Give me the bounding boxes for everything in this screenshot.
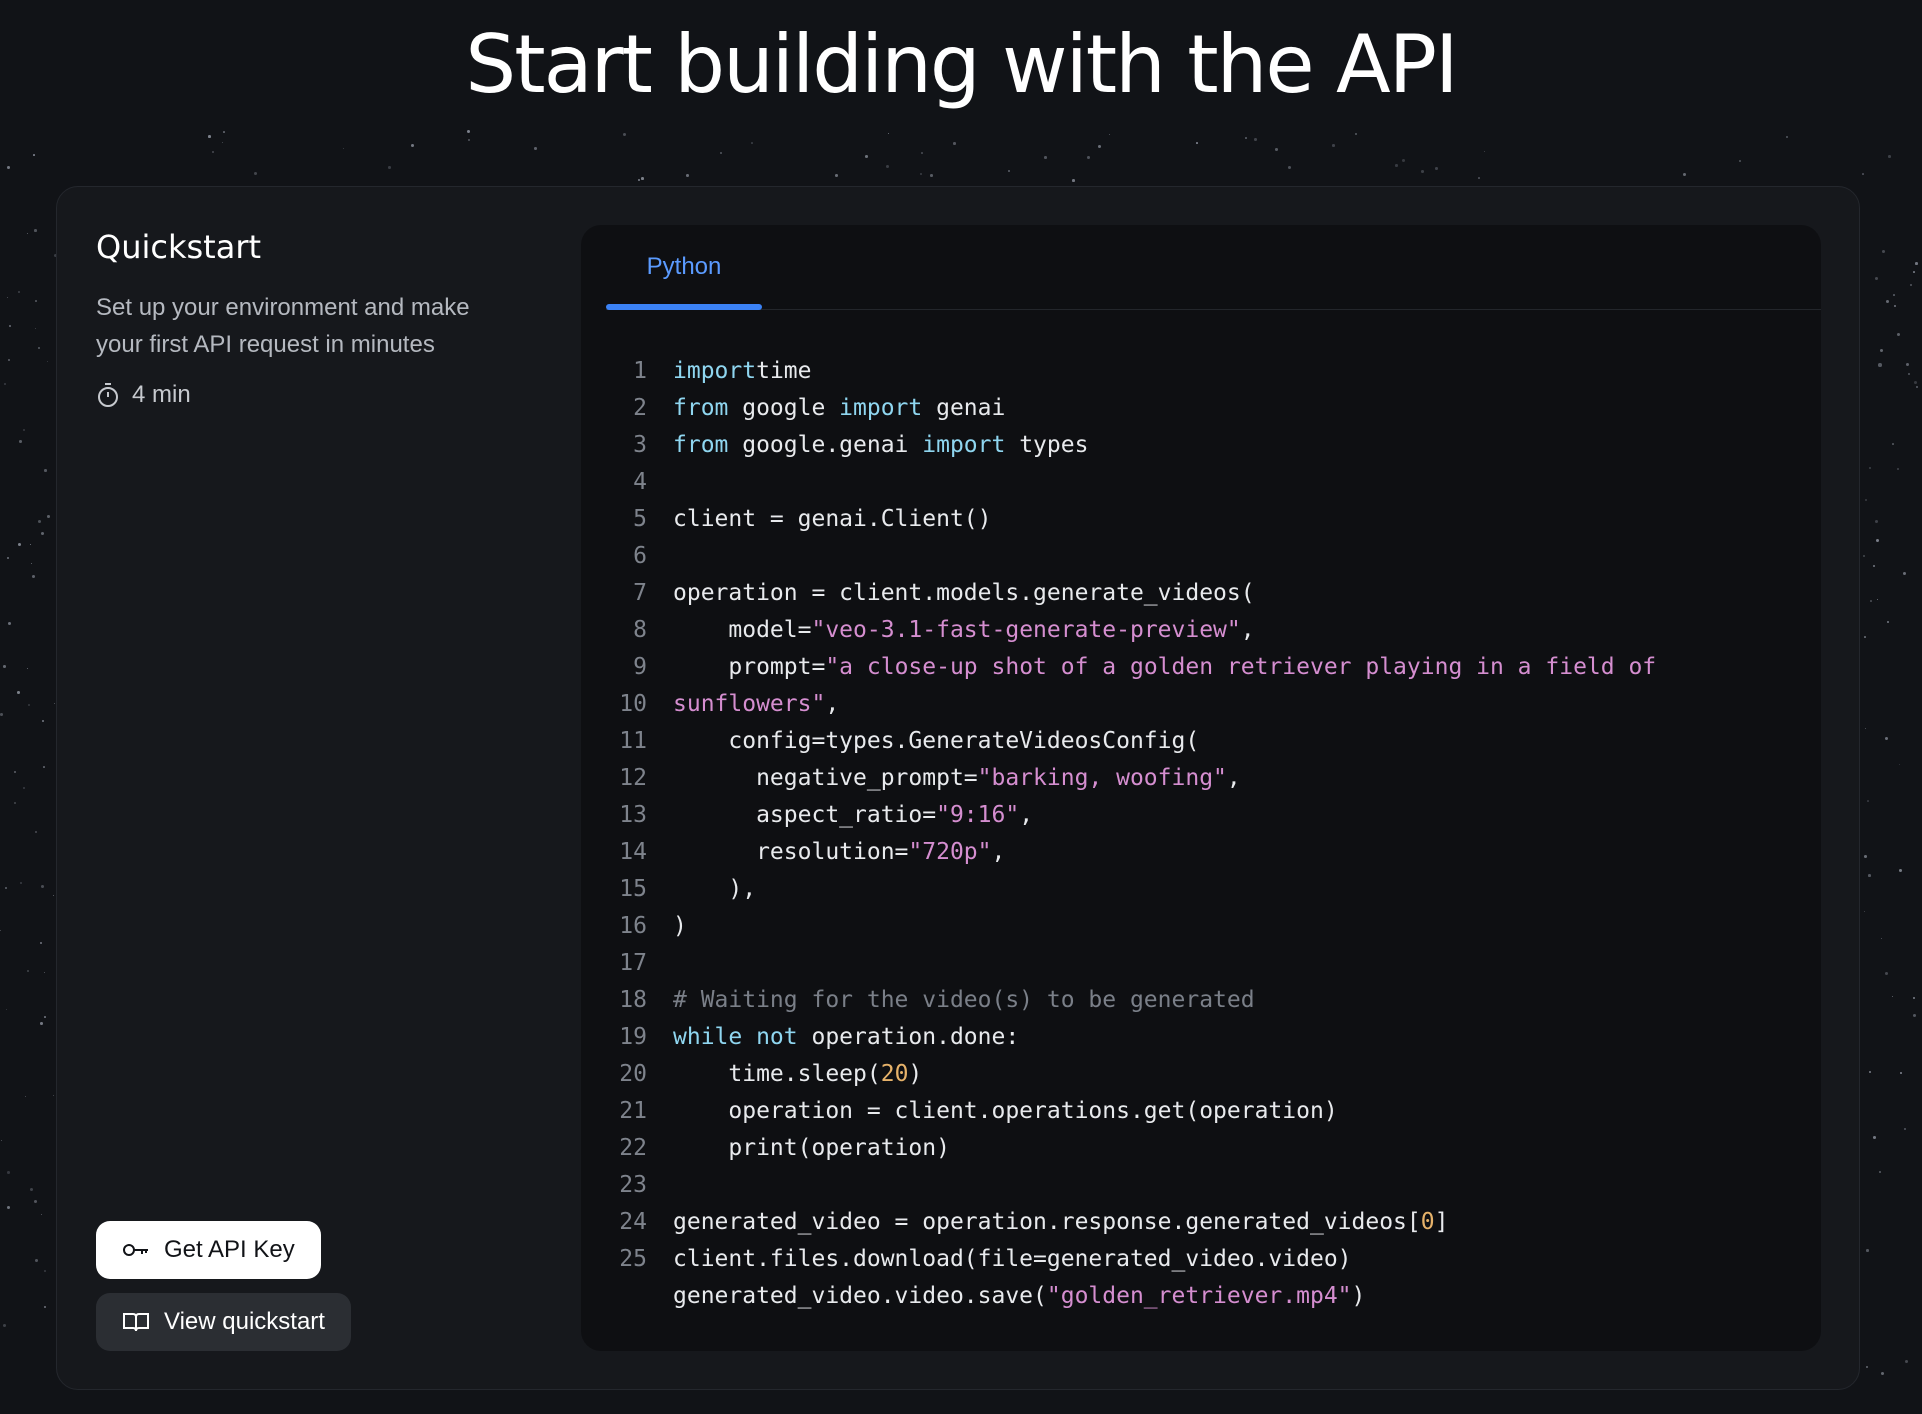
get-api-key-label: Get API Key <box>164 1236 295 1263</box>
stopwatch-icon <box>98 383 118 407</box>
quickstart-card: Quickstart Set up your environment and m… <box>56 186 1860 1390</box>
code-line: 14 resolution="720p", <box>581 834 1821 871</box>
line-number: 9 <box>633 654 647 680</box>
quickstart-description: Set up your environment and make your fi… <box>96 294 470 358</box>
code-line: 25 client.files.download(file=generated_v… <box>581 1241 1821 1278</box>
duration-label: 4 min <box>132 381 191 408</box>
page-title: Start building with the API <box>465 18 1458 111</box>
quickstart-title: Quickstart <box>96 228 262 266</box>
code-text: aspect_ratio="9:16", <box>673 802 1034 828</box>
code-line: 2 from google import genai <box>581 390 1821 427</box>
line-number: 15 <box>619 876 647 902</box>
line-number: 20 <box>619 1061 647 1087</box>
code-line: 21 operation = client.operations.get(ope… <box>581 1093 1821 1130</box>
code-line: 3 from google.genai import types <box>581 427 1821 464</box>
code-line: 15 ), <box>581 871 1821 908</box>
code-block[interactable]: 1 importtime 2 from google import genai 3 fro… <box>581 353 1821 1315</box>
line-number: 7 <box>633 580 647 606</box>
code-text: while not operation.done: <box>673 1024 1020 1050</box>
line-number <box>581 1278 647 1315</box>
tab-python[interactable]: Python <box>606 225 762 310</box>
code-text: # Waiting for the video(s) to be generat… <box>673 987 1255 1013</box>
code-text: client.files.download(file=generated_vid… <box>673 1246 1352 1272</box>
line-number: 23 <box>619 1172 647 1198</box>
code-text: from google.genai import types <box>673 432 1089 458</box>
book-icon <box>123 1313 149 1332</box>
line-number: 17 <box>619 950 647 976</box>
code-line: 7 operation = client.models.generate_vide… <box>581 575 1821 612</box>
code-text: sunflowers", <box>673 691 840 717</box>
code-text: negative_prompt="barking, woofing", <box>673 765 1241 791</box>
line-number: 5 <box>633 506 647 532</box>
line-number: 19 <box>619 1024 647 1050</box>
get-api-key-button[interactable]: Get API Key <box>96 1221 321 1279</box>
code-line: 5 client = genai.Client() <box>581 501 1821 538</box>
code-text: generated_video = operation.response.gen… <box>673 1209 1449 1235</box>
code-line: 18 # Waiting for the video(s) to be gener… <box>581 982 1821 1019</box>
line-number: 25 <box>619 1246 647 1272</box>
code-text: time.sleep(20) <box>673 1061 923 1087</box>
code-text: importtime <box>673 358 812 384</box>
line-number: 2 <box>633 395 647 421</box>
code-line: 11 config=types.GenerateVideosConfig( <box>581 723 1821 760</box>
code-text: from google import genai <box>673 395 1006 421</box>
code-text: model="veo-3.1-fast-generate-preview", <box>673 617 1255 643</box>
view-quickstart-button[interactable]: View quickstart <box>96 1293 351 1351</box>
line-number: 18 <box>619 987 647 1013</box>
line-number: 4 <box>633 469 647 495</box>
code-line: 23 <box>581 1167 1821 1204</box>
line-number: 24 <box>619 1209 647 1235</box>
code-text: ), <box>673 876 757 902</box>
code-text: generated_video.video.save("golden_retri… <box>673 1283 1366 1309</box>
line-number: 3 <box>633 432 647 458</box>
code-text: prompt="a close-up shot of a golden retr… <box>673 654 1657 680</box>
code-text: resolution="720p", <box>673 839 1006 865</box>
language-tabs: Python <box>606 225 1821 310</box>
code-line: 1 importtime <box>581 353 1821 390</box>
code-text: ) <box>673 913 687 939</box>
line-number: 1 <box>633 358 647 384</box>
code-line: 12 negative_prompt="barking, woofing", <box>581 760 1821 797</box>
code-line: 17 <box>581 945 1821 982</box>
line-number: 10 <box>619 691 647 717</box>
code-line: generated_video.video.save("golden_retri… <box>581 1278 1821 1315</box>
quickstart-info: Quickstart Set up your environment and m… <box>96 225 536 409</box>
code-line: 8 model="veo-3.1-fast-generate-preview", <box>581 612 1821 649</box>
line-number: 21 <box>619 1098 647 1124</box>
view-quickstart-label: View quickstart <box>164 1308 325 1335</box>
line-number: 8 <box>633 617 647 643</box>
line-number: 16 <box>619 913 647 939</box>
code-text: config=types.GenerateVideosConfig( <box>673 728 1200 754</box>
code-line: 16) <box>581 908 1821 945</box>
line-number: 14 <box>619 839 647 865</box>
code-line: 24 generated_video = operation.response.g… <box>581 1204 1821 1241</box>
code-line: 13 aspect_ratio="9:16", <box>581 797 1821 834</box>
line-number: 13 <box>619 802 647 828</box>
code-text: operation = client.models.generate_video… <box>673 580 1255 606</box>
key-icon <box>123 1244 148 1256</box>
line-number: 22 <box>619 1135 647 1161</box>
page: Start building with the API Quickstart S… <box>0 0 1922 1414</box>
quickstart-duration: 4 min <box>96 381 536 409</box>
line-number: 12 <box>619 765 647 791</box>
code-line: 19 while not operation.done: <box>581 1019 1821 1056</box>
line-number: 6 <box>633 543 647 569</box>
code-line: 9 prompt="a close-up shot of a golden re… <box>581 649 1821 686</box>
code-text: print(operation) <box>673 1135 950 1161</box>
code-panel: Python 1 importtime 2 from google import ge… <box>581 225 1821 1351</box>
code-text: client = genai.Client() <box>673 506 992 532</box>
code-line: 10 sunflowers", <box>581 686 1821 723</box>
code-line: 4 <box>581 464 1821 501</box>
code-line: 22 print(operation) <box>581 1130 1821 1167</box>
line-number: 11 <box>619 728 647 754</box>
code-line: 6 <box>581 538 1821 575</box>
code-text: operation = client.operations.get(operat… <box>673 1098 1338 1124</box>
code-line: 20 time.sleep(20) <box>581 1056 1821 1093</box>
